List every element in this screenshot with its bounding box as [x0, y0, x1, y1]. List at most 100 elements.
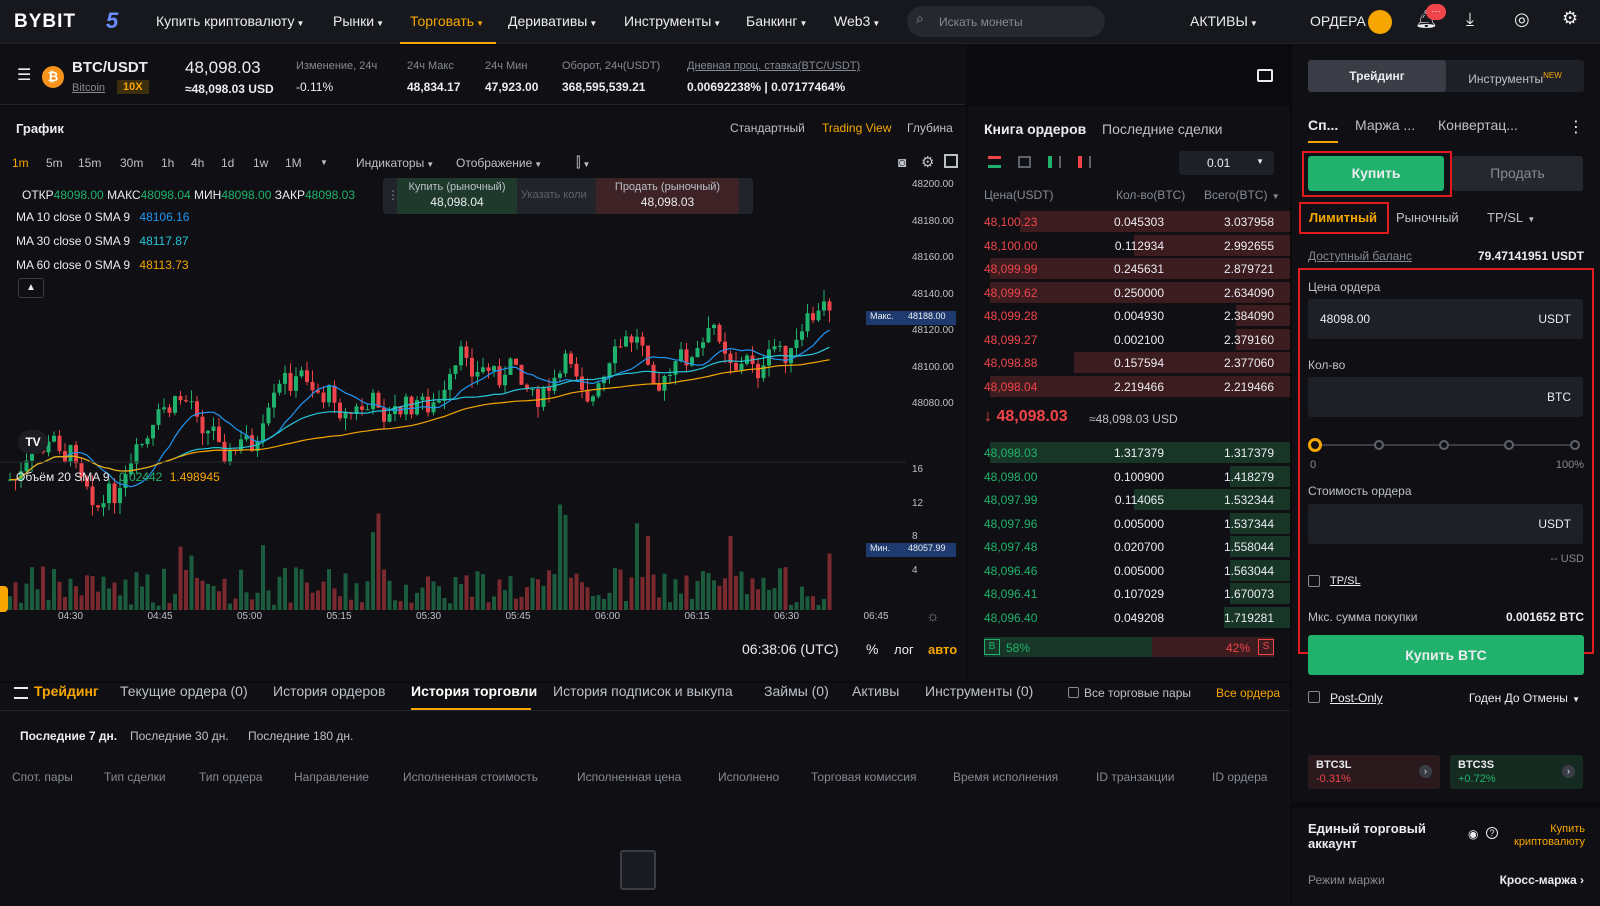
bybit-logo[interactable]: BYBIT — [14, 11, 76, 33]
post-only-label[interactable]: Post-Only — [1330, 691, 1383, 705]
download-icon[interactable]: ⤓ — [1466, 9, 1474, 30]
slider-thumb[interactable] — [1308, 438, 1322, 452]
orderbook-row[interactable]: 48,097.99 0.114065 1.532344 — [968, 488, 1290, 511]
cost-input[interactable]: USDT — [1308, 504, 1583, 544]
mode-spot[interactable]: Сп... — [1308, 117, 1338, 133]
post-only-checkbox[interactable] — [1308, 691, 1320, 703]
orderbook-row[interactable]: 48,096.46 0.005000 1.563044 — [968, 559, 1290, 582]
interval-1d[interactable]: 1d — [221, 156, 234, 170]
interval-1h[interactable]: 1h — [161, 156, 174, 170]
tpsl-label[interactable]: TP/SL — [1330, 575, 1361, 587]
bottom-tab-assets[interactable]: Активы — [852, 683, 899, 699]
qty-input[interactable]: BTC — [1308, 377, 1583, 417]
left-panel-toggle[interactable] — [0, 586, 8, 612]
orderbook-view-depth-icon[interactable] — [1018, 156, 1031, 168]
more-options-icon[interactable]: ⋮ — [1568, 117, 1584, 137]
slider-tick-50[interactable] — [1439, 440, 1449, 450]
bottom-tab-trading[interactable]: Трейдинг — [34, 683, 99, 699]
orderbook-row[interactable]: 48,099.62 0.250000 2.634090 — [968, 281, 1290, 304]
bottom-tab-trade-history[interactable]: История торговли — [411, 683, 537, 699]
interval-30m[interactable]: 30m — [120, 156, 143, 170]
price-input[interactable]: 48098.00 USDT — [1308, 299, 1583, 339]
search-input[interactable]: Искать монеты — [907, 6, 1105, 37]
buy-btc-button[interactable]: Купить BTC — [1308, 635, 1584, 675]
tab-order-book[interactable]: Книга ордеров — [984, 121, 1086, 137]
time-in-force-select[interactable]: Годен До Отмены ▼ — [1469, 691, 1580, 705]
orderbook-row[interactable]: 48,100.00 0.112934 2.992655 — [968, 234, 1290, 257]
order-type-limit[interactable]: Лимитный — [1309, 210, 1377, 225]
layout-icon[interactable] — [1257, 69, 1273, 82]
time-settings-icon[interactable]: ☼ — [926, 608, 940, 625]
bottom-tab-tools[interactable]: Инструменты (0) — [925, 683, 1033, 699]
interval-1M[interactable]: 1M — [285, 156, 302, 170]
slider-tick-75[interactable] — [1504, 440, 1514, 450]
bottom-tab-order-history[interactable]: История ордеров — [273, 683, 385, 699]
orderbook-row[interactable]: 48,097.96 0.005000 1.537344 — [968, 512, 1290, 535]
log-scale-button[interactable]: лог — [894, 642, 914, 657]
orderbook-row[interactable]: 48,098.03 1.317379 1.317379 — [968, 441, 1290, 464]
buy-crypto-link[interactable]: Купить криптовалюту — [1497, 823, 1585, 849]
mode-margin[interactable]: Маржа ... — [1355, 117, 1415, 133]
interval-4h[interactable]: 4h — [191, 156, 204, 170]
price-chart-canvas[interactable] — [0, 180, 906, 630]
settings-icon[interactable]: ⚙︎ — [921, 153, 934, 171]
period-180d[interactable]: Последние 180 дн. — [248, 729, 353, 743]
menu-icon[interactable]: ☰ — [17, 65, 31, 85]
interval-5m[interactable]: 5m — [46, 156, 63, 170]
interval-1w[interactable]: 1w — [253, 156, 268, 170]
tab-tools[interactable]: ИнструментыNEW — [1446, 60, 1584, 92]
orderbook-row[interactable]: 48,098.88 0.157594 2.377060 — [968, 351, 1290, 374]
orderbook-row[interactable]: 48,100.23 0.045303 3.037958 — [968, 210, 1290, 233]
period-30d[interactable]: Последние 30 дн. — [130, 729, 229, 743]
all-orders-link[interactable]: Все ордера — [1216, 686, 1280, 700]
bottom-tab-loans[interactable]: Займы (0) — [764, 683, 829, 699]
nav-assets[interactable]: АКТИВЫ ▼ — [1190, 13, 1258, 29]
token-btc3s[interactable]: BTC3S +0.72% › — [1450, 755, 1583, 789]
sell-tab-button[interactable]: Продать — [1452, 156, 1583, 191]
slider-tick-100[interactable] — [1570, 440, 1580, 450]
orderbook-row[interactable]: 48,096.40 0.049208 1.719281 — [968, 606, 1290, 629]
orderbook-row[interactable]: 48,098.04 2.219466 2.219466 — [968, 375, 1290, 398]
anniversary-badge[interactable]: 5 — [106, 8, 118, 34]
percent-scale-button[interactable]: % — [866, 641, 878, 657]
period-7d[interactable]: Последние 7 дн. — [20, 729, 117, 743]
interval-more-icon[interactable]: ▼ — [320, 158, 328, 167]
orderbook-view-asks-icon[interactable] — [1078, 156, 1091, 168]
margin-mode-value[interactable]: Кросс-маржа › — [1500, 873, 1584, 887]
col-total[interactable]: Всего(BTC) ▼ — [1204, 188, 1280, 202]
orderbook-row[interactable]: 48,098.00 0.100900 1.418279 — [968, 465, 1290, 488]
tpsl-checkbox[interactable] — [1308, 575, 1320, 587]
nav-buy-crypto[interactable]: Купить криптовалюту ▼ — [156, 13, 304, 29]
utc-clock[interactable]: 06:38:06 (UTC) — [742, 641, 838, 657]
nav-trade[interactable]: Торговать ▼ — [410, 13, 484, 29]
nav-markets[interactable]: Рынки ▼ — [333, 13, 384, 29]
slider-tick-25[interactable] — [1374, 440, 1384, 450]
all-pairs-checkbox[interactable] — [1068, 687, 1079, 698]
fullscreen-icon[interactable] — [944, 154, 958, 168]
buy-tab-button[interactable]: Купить — [1308, 156, 1444, 191]
token-btc3l[interactable]: BTC3L -0.31% › — [1308, 755, 1440, 789]
orderbook-view-bids-icon[interactable] — [1048, 156, 1061, 168]
interval-15m[interactable]: 15m — [78, 156, 101, 170]
pair-name[interactable]: BTC/USDT — [72, 59, 148, 76]
orderbook-row[interactable]: 48,099.28 0.004930 2.384090 — [968, 304, 1290, 327]
candle-type-icon[interactable]: ⫿ ▼ — [576, 154, 590, 171]
tab-recent-trades[interactable]: Последние сделки — [1102, 121, 1223, 137]
eye-icon[interactable]: ◉ — [1468, 827, 1478, 841]
order-type-tpsl[interactable]: TP/SL ▼ — [1487, 210, 1535, 225]
orderbook-view-both-icon[interactable] — [988, 156, 1001, 168]
orderbook-row[interactable]: 48,096.41 0.107029 1.670073 — [968, 582, 1290, 605]
camera-icon[interactable]: ◙ — [898, 154, 906, 170]
order-type-market[interactable]: Рыночный — [1396, 210, 1459, 225]
all-pairs-label[interactable]: Все торговые пары — [1084, 686, 1191, 700]
auto-scale-button[interactable]: авто — [928, 642, 957, 657]
view-depth[interactable]: Глубина — [907, 121, 953, 135]
globe-icon[interactable]: ◎ — [1514, 9, 1530, 30]
display-button[interactable]: Отображение ▼ — [456, 156, 542, 170]
mode-convert[interactable]: Конвертац... — [1438, 117, 1518, 133]
precision-select[interactable]: 0.01 ▼ — [1179, 151, 1274, 175]
nav-orders[interactable]: ОРДЕРА▼ — [1310, 13, 1376, 29]
bottom-tab-subscriptions[interactable]: История подписок и выкупа — [553, 683, 733, 699]
tab-trading[interactable]: Трейдинг — [1308, 60, 1446, 92]
nav-derivatives[interactable]: Деривативы ▼ — [508, 13, 597, 29]
